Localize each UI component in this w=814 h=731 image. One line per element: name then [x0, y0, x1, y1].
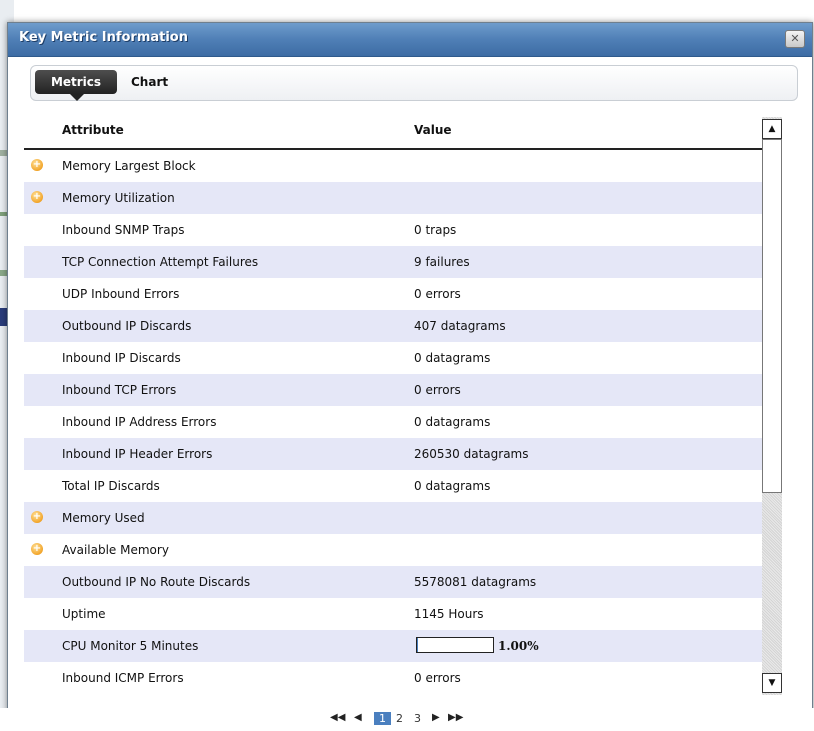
metrics-table: Attribute Value + Memory Largest Block + Me… [24, 115, 762, 695]
table-row[interactable]: Inbound TCP Errors 0 errors [24, 374, 762, 406]
value-cell: 407 datagrams [414, 319, 506, 333]
attribute-cell: Inbound SNMP Traps [62, 223, 185, 237]
value-cell: 0 datagrams [414, 415, 491, 429]
attribute-cell: Available Memory [62, 543, 169, 557]
attribute-cell: Memory Largest Block [62, 159, 196, 173]
value-cell: 0 datagrams [414, 351, 491, 365]
table-row[interactable]: Total IP Discards 0 datagrams [24, 470, 762, 502]
vertical-scrollbar[interactable]: ▲ ▼ [762, 117, 782, 695]
table-header: Attribute Value [24, 115, 762, 150]
attribute-cell: Uptime [62, 607, 106, 621]
background-footer [0, 708, 814, 731]
table-row[interactable]: Inbound IP Address Errors 0 datagrams [24, 406, 762, 438]
progress-bar [416, 637, 494, 653]
table-row[interactable]: UDP Inbound Errors 0 errors [24, 278, 762, 310]
value-cell: 9 failures [414, 255, 470, 269]
tab-metrics-label: Metrics [50, 75, 102, 89]
attribute-cell: Inbound IP Header Errors [62, 447, 213, 461]
last-page-icon[interactable]: ▶▶ [448, 712, 463, 723]
progress-bar-fill [417, 638, 418, 652]
table-row[interactable]: Inbound IP Discards 0 datagrams [24, 342, 762, 374]
column-header-attribute[interactable]: Attribute [62, 123, 124, 137]
column-header-value[interactable]: Value [414, 123, 452, 137]
expand-icon[interactable]: + [31, 511, 43, 523]
attribute-cell: Memory Used [62, 511, 145, 525]
attribute-cell: Outbound IP Discards [62, 319, 192, 333]
attribute-cell: Inbound IP Address Errors [62, 415, 217, 429]
value-cell: 0 traps [414, 223, 457, 237]
table-row[interactable]: + Memory Utilization [24, 182, 762, 214]
next-page-icon[interactable]: ▶ [432, 712, 440, 723]
table-row[interactable]: Inbound SNMP Traps 0 traps [24, 214, 762, 246]
attribute-cell: CPU Monitor 5 Minutes [62, 639, 199, 653]
table-row[interactable]: Uptime 1145 Hours [24, 598, 762, 630]
close-icon[interactable]: ✕ [785, 30, 805, 48]
expand-icon[interactable]: + [31, 543, 43, 555]
table-row[interactable]: + Memory Largest Block [24, 150, 762, 182]
expand-icon[interactable]: + [31, 191, 43, 203]
key-metric-dialog: Key Metric Information ✕ Metrics Chart A… [7, 22, 813, 717]
value-cell: 5578081 datagrams [414, 575, 537, 589]
attribute-cell: Outbound IP No Route Discards [62, 575, 251, 589]
value-cell: 0 datagrams [414, 479, 491, 493]
table-row[interactable]: CPU Monitor 5 Minutes 1.00% [24, 630, 762, 662]
attribute-cell: Inbound TCP Errors [62, 383, 177, 397]
scroll-thumb[interactable] [762, 139, 782, 493]
attribute-cell: Inbound IP Discards [62, 351, 181, 365]
table-row[interactable]: Inbound ICMP Errors 0 errors [24, 662, 762, 694]
first-page-icon[interactable]: ◀◀ [330, 712, 345, 723]
scroll-up-icon[interactable]: ▲ [762, 119, 782, 139]
attribute-cell: UDP Inbound Errors [62, 287, 180, 301]
page-link-3[interactable]: 3 [414, 712, 421, 725]
value-cell: 0 errors [414, 671, 461, 685]
value-cell: 0 errors [414, 383, 461, 397]
table-row[interactable]: TCP Connection Attempt Failures 9 failure… [24, 246, 762, 278]
dialog-titlebar[interactable]: Key Metric Information ✕ [8, 23, 812, 57]
table-body: + Memory Largest Block + Memory Utilization… [24, 150, 762, 694]
attribute-cell: Total IP Discards [62, 479, 160, 493]
table-row[interactable]: Outbound IP No Route Discards 5578081 dat… [24, 566, 762, 598]
tab-metrics[interactable]: Metrics [35, 70, 117, 101]
dialog-title: Key Metric Information [19, 30, 188, 45]
expand-icon[interactable]: + [31, 159, 43, 171]
attribute-cell: TCP Connection Attempt Failures [62, 255, 259, 269]
tab-bar: Metrics Chart [30, 65, 798, 101]
attribute-cell: Inbound ICMP Errors [62, 671, 184, 685]
attribute-cell: Memory Utilization [62, 191, 175, 205]
value-cell: 260530 datagrams [414, 447, 529, 461]
value-cell: 1145 Hours [414, 607, 484, 621]
prev-page-icon[interactable]: ◀ [354, 712, 362, 723]
tab-chart[interactable]: Chart [131, 70, 168, 94]
page-link-1[interactable]: 1 [374, 712, 391, 725]
active-tab-pointer-icon [70, 94, 84, 101]
page-link-2[interactable]: 2 [396, 712, 403, 725]
value-cell: 1.00% [498, 639, 539, 653]
scroll-down-icon[interactable]: ▼ [762, 673, 782, 693]
table-row[interactable]: + Memory Used [24, 502, 762, 534]
table-row[interactable]: Outbound IP Discards 407 datagrams [24, 310, 762, 342]
value-cell: 0 errors [414, 287, 461, 301]
table-row[interactable]: + Available Memory [24, 534, 762, 566]
table-row[interactable]: Inbound IP Header Errors 260530 datagrams [24, 438, 762, 470]
